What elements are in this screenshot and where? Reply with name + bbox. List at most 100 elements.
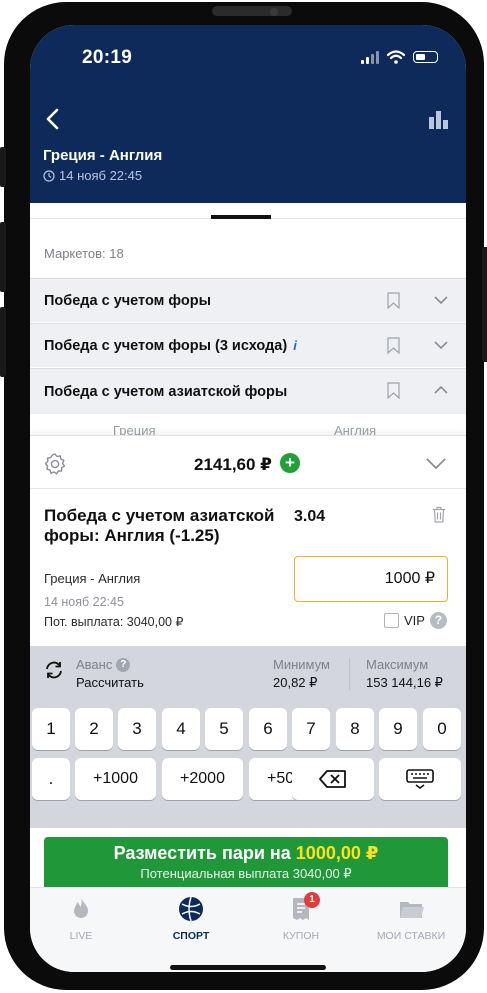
market-label: Победа с учетом форы (3 исхода)	[44, 337, 288, 354]
key-backspace[interactable]	[292, 758, 374, 800]
flame-icon	[74, 898, 88, 918]
key-8[interactable]: 8	[336, 708, 374, 750]
battery-icon	[413, 51, 438, 63]
info-icon[interactable]: i	[293, 338, 297, 353]
market-row-handicap[interactable]: Победа с учетом форы	[30, 278, 466, 322]
market-row-handicap-3way[interactable]: Победа с учетом форы (3 исхода) i	[30, 323, 466, 367]
key-9[interactable]: 9	[379, 708, 417, 750]
min-label: Минимум	[273, 657, 330, 672]
limits-divider	[349, 658, 350, 690]
keyboard-icon	[406, 769, 434, 789]
chevron-down-icon[interactable]	[434, 340, 448, 350]
active-tab-indicator	[211, 215, 271, 219]
nav-label: МОИ СТАВКИ	[376, 930, 446, 942]
speaker-grille	[212, 6, 292, 16]
phone-frame: 20:19 Греция - Англия 14 нояб 22:45 Марк…	[0, 2, 487, 990]
bottom-nav: LIVE СПОРТ 1 КУПОН МОИ СТАВКИ	[30, 887, 466, 972]
coupon-panel: 2141,60 ₽ + Победа с учетом азиатской фо…	[30, 435, 466, 905]
coupon-icon-wrap: 1	[288, 892, 320, 922]
place-bet-potential: Потенциальная выплата 3040,00 ₽	[140, 866, 352, 881]
vip-checkbox[interactable]	[384, 613, 399, 628]
key-plus-2000[interactable]: +2000	[162, 758, 243, 800]
key-decimal[interactable]: .	[32, 758, 70, 800]
key-hide-keyboard[interactable]	[379, 758, 461, 800]
bookmark-icon[interactable]	[387, 382, 400, 399]
nav-my-bets[interactable]: МОИ СТАВКИ	[366, 896, 456, 942]
bet-odds: 3.04	[294, 508, 326, 525]
place-bet-amount: 1000,00 ₽	[295, 843, 379, 863]
volume-down-button	[0, 307, 6, 377]
power-button	[482, 247, 487, 362]
ball-icon	[179, 896, 203, 922]
mute-switch	[0, 147, 6, 187]
volume-up-button	[0, 222, 6, 292]
nav-label: LIVE	[69, 930, 93, 942]
signal-icon	[361, 50, 379, 64]
add-funds-button[interactable]: +	[280, 453, 300, 473]
key-plus-1000[interactable]: +1000	[75, 758, 156, 800]
vip-option[interactable]: VIP ?	[384, 612, 447, 629]
status-icons	[361, 50, 438, 64]
nav-coupon[interactable]: 1 КУПОН	[256, 892, 346, 942]
match-date-text: 14 нояб 22:45	[59, 168, 143, 183]
clock-icon	[43, 169, 55, 182]
key-3[interactable]: 3	[118, 708, 156, 750]
key-1[interactable]: 1	[32, 708, 70, 750]
place-bet-prefix: Разместить пари на	[113, 843, 296, 863]
status-time: 20:19	[82, 47, 133, 68]
front-camera	[270, 8, 278, 16]
nav-label: СПОРТ	[172, 930, 210, 942]
bet-selection-title: Победа с учетом азиатской форы: Англия (…	[44, 506, 275, 545]
keypad-area: Аванс ? Рассчитать Минимум 20,82 ₽ Макси…	[30, 646, 466, 828]
potential-payout: Пот. выплата: 3040,00 ₽	[44, 615, 184, 629]
refresh-icon[interactable]	[44, 660, 64, 680]
advance-label: Аванс	[76, 657, 113, 672]
divider	[30, 488, 466, 489]
bet-match: Греция - Англия	[44, 571, 141, 586]
back-arrow-icon[interactable]	[40, 105, 68, 133]
markets-count: Маркетов: 18	[44, 246, 124, 261]
match-title: Греция - Англия	[43, 147, 163, 164]
chevron-up-icon[interactable]	[434, 385, 448, 395]
nav-sport[interactable]: СПОРТ	[146, 896, 236, 942]
min-value: 20,82 ₽	[273, 675, 318, 690]
trash-icon[interactable]	[432, 506, 446, 523]
key-0[interactable]: 0	[423, 708, 461, 750]
home-indicator[interactable]	[170, 965, 326, 970]
help-icon[interactable]: ?	[116, 657, 131, 672]
app-header: 20:19 Греция - Англия 14 нояб 22:45	[30, 25, 466, 203]
market-label: Победа с учетом форы	[44, 292, 211, 309]
place-bet-label: Разместить пари на 1000,00 ₽	[44, 843, 448, 864]
market-label-wrap: Победа с учетом форы (3 исхода) i	[44, 338, 297, 354]
bookmark-icon[interactable]	[387, 292, 400, 309]
key-4[interactable]: 4	[162, 708, 200, 750]
max-value: 153 144,16 ₽	[366, 675, 443, 690]
market-label: Победа с учетом азиатской форы	[44, 383, 288, 400]
vip-label: VIP	[404, 613, 425, 628]
bookmark-icon[interactable]	[387, 337, 400, 354]
key-5[interactable]: 5	[205, 708, 243, 750]
screen: 20:19 Греция - Англия 14 нояб 22:45 Марк…	[30, 25, 466, 972]
stake-input[interactable]: 1000 ₽	[294, 556, 448, 602]
nav-live[interactable]: LIVE	[36, 896, 126, 942]
bet-date: 14 нояб 22:45	[44, 595, 124, 609]
key-6[interactable]: 6	[249, 708, 287, 750]
key-7[interactable]: 7	[292, 708, 330, 750]
chevron-down-icon[interactable]	[426, 458, 446, 470]
chevron-down-icon[interactable]	[434, 295, 448, 305]
place-bet-button[interactable]: Разместить пари на 1000,00 ₽ Потенциальн…	[44, 837, 448, 891]
folder-icon	[400, 902, 424, 918]
wifi-icon	[387, 50, 405, 64]
help-icon[interactable]: ?	[429, 612, 447, 629]
calculate-link[interactable]: Рассчитать	[76, 675, 144, 690]
balance-value: 2141,60 ₽	[194, 455, 273, 474]
advance-label-wrap: Аванс ?	[76, 657, 131, 672]
max-label: Максимум	[366, 657, 429, 672]
backspace-icon	[319, 770, 346, 788]
match-date: 14 нояб 22:45	[43, 168, 142, 183]
gear-icon[interactable]	[43, 452, 67, 476]
nav-label: КУПОН	[282, 930, 320, 942]
market-row-asian-handicap[interactable]: Победа с учетом азиатской форы	[30, 368, 466, 414]
key-2[interactable]: 2	[75, 708, 113, 750]
statistics-icon[interactable]	[428, 109, 450, 129]
